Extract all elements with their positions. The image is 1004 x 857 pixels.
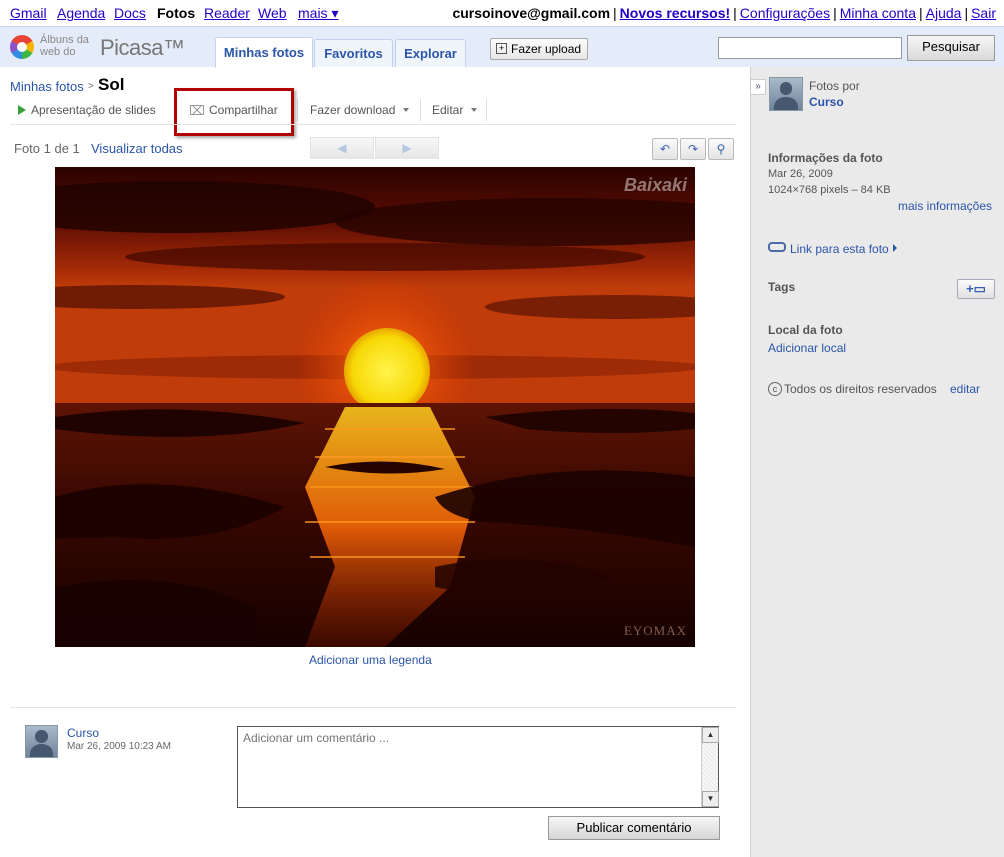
rotate-right-icon: ↷ xyxy=(687,142,699,156)
add-location-link[interactable]: Adicionar local xyxy=(768,341,846,355)
gbar-link-gmail[interactable]: Gmail xyxy=(10,5,47,21)
scroll-down-icon[interactable]: ▼ xyxy=(702,791,719,807)
more-info-link[interactable]: mais informações xyxy=(898,199,992,213)
tab-favoritos[interactable]: Favoritos xyxy=(314,39,393,67)
google-bar: Gmail Agenda Docs Fotos Reader Web mais … xyxy=(10,5,996,22)
help-link[interactable]: Ajuda xyxy=(926,5,962,21)
comment-input[interactable] xyxy=(238,727,702,805)
upload-icon: + xyxy=(496,43,507,54)
comment-scrollbar[interactable]: ▲ ▼ xyxy=(701,727,719,807)
tab-explorar[interactable]: Explorar xyxy=(395,39,466,67)
add-caption-link[interactable]: Adicionar uma legenda xyxy=(309,653,432,667)
edit-rights-link[interactable]: editar xyxy=(950,382,980,396)
breadcrumb-separator: > xyxy=(88,81,94,92)
divider xyxy=(10,124,736,125)
add-tag-icon: +▭ xyxy=(966,281,986,296)
rotate-right-button[interactable]: ↷ xyxy=(680,138,706,160)
account-link[interactable]: Minha conta xyxy=(840,5,916,21)
triangle-right-icon xyxy=(892,244,897,252)
search-button[interactable]: Pesquisar xyxy=(907,35,995,61)
watermark-bottom: EYOMAX xyxy=(623,623,687,638)
toolbar-divider xyxy=(297,99,298,121)
photo-dimensions: 1024×768 pixels – 84 KB xyxy=(768,184,891,196)
user-email: cursoinove@gmail.com xyxy=(452,5,611,21)
gbar-link-more[interactable]: mais ▾ xyxy=(298,5,338,22)
photo-link-button[interactable]: Link para esta foto xyxy=(768,241,897,256)
settings-link[interactable]: Configurações xyxy=(740,5,830,21)
picasa-wordmark: Picasa™ xyxy=(100,35,185,60)
arrow-left-icon: ◀ xyxy=(337,141,347,155)
next-photo-button[interactable]: ▶ xyxy=(375,137,439,159)
publish-comment-button[interactable]: Publicar comentário xyxy=(548,816,720,840)
signout-link[interactable]: Sair xyxy=(971,5,996,21)
gbar-link-reader[interactable]: Reader xyxy=(204,5,250,21)
picasa-pinwheel-icon xyxy=(10,35,34,59)
page-title: Sol xyxy=(98,75,125,94)
download-menu[interactable]: Fazer download xyxy=(310,103,410,117)
gbar-link-docs[interactable]: Docs xyxy=(114,5,146,21)
rotate-left-button[interactable]: ↶ xyxy=(652,138,678,160)
toolbar-divider xyxy=(486,99,487,121)
magnifier-icon: ⚲ xyxy=(716,142,726,156)
tags-heading: Tags xyxy=(768,280,796,294)
gbar-link-web[interactable]: Web xyxy=(258,5,287,21)
rotate-left-icon: ↶ xyxy=(659,142,671,156)
gbar-current-fotos: Fotos xyxy=(157,5,196,21)
arrow-right-icon: ▶ xyxy=(402,141,412,155)
toolbar-divider xyxy=(420,99,421,121)
share-highlight-frame xyxy=(174,88,294,136)
comment-author-link[interactable]: Curso xyxy=(67,726,99,740)
scroll-up-icon[interactable]: ▲ xyxy=(702,727,719,743)
chain-link-icon xyxy=(768,242,786,252)
breadcrumb-parent-link[interactable]: Minhas fotos xyxy=(10,79,84,94)
photo-counter: Foto 1 de 1 xyxy=(14,141,80,156)
slideshow-button[interactable]: Apresentação de slides xyxy=(18,103,156,117)
owner-avatar[interactable] xyxy=(769,77,803,111)
search-input[interactable] xyxy=(718,37,902,59)
divider xyxy=(10,707,736,708)
chevron-down-icon xyxy=(403,108,410,112)
comment-date: Mar 26, 2009 10:23 AM xyxy=(67,741,171,752)
collapse-sidebar-icon[interactable]: » xyxy=(750,79,766,95)
photo-sunset[interactable]: Baixaki EYOMAX xyxy=(55,167,695,647)
view-all-link[interactable]: Visualizar todas xyxy=(91,141,183,156)
gbar-link-agenda[interactable]: Agenda xyxy=(57,5,105,21)
upload-button[interactable]: + Fazer upload xyxy=(490,38,588,60)
play-icon xyxy=(18,105,26,115)
copyright-icon: c xyxy=(768,382,782,396)
rights-text: Todos os direitos reservados xyxy=(784,382,937,396)
owner-link[interactable]: Curso xyxy=(809,95,844,109)
zoom-button[interactable]: ⚲ xyxy=(708,138,734,160)
new-features-link[interactable]: Novos recursos! xyxy=(620,5,730,21)
chevron-down-icon xyxy=(471,108,478,112)
add-tag-button[interactable]: +▭ xyxy=(957,279,995,299)
edit-menu[interactable]: Editar xyxy=(432,103,478,117)
avatar[interactable] xyxy=(25,725,58,758)
location-heading: Local da foto xyxy=(768,323,843,337)
picasa-header: Álbuns da web do Picasa™ Minhas fotos Fa… xyxy=(0,26,1004,68)
tab-minhas-fotos[interactable]: Minhas fotos xyxy=(215,37,313,68)
photo-info-heading: Informações da foto xyxy=(768,151,883,165)
comment-field[interactable]: ▲ ▼ xyxy=(237,726,719,808)
previous-photo-button[interactable]: ◀ xyxy=(310,137,374,159)
photos-by-label: Fotos por xyxy=(809,79,860,93)
photo-date: Mar 26, 2009 xyxy=(768,168,833,180)
watermark-top: Baixaki xyxy=(623,175,687,195)
